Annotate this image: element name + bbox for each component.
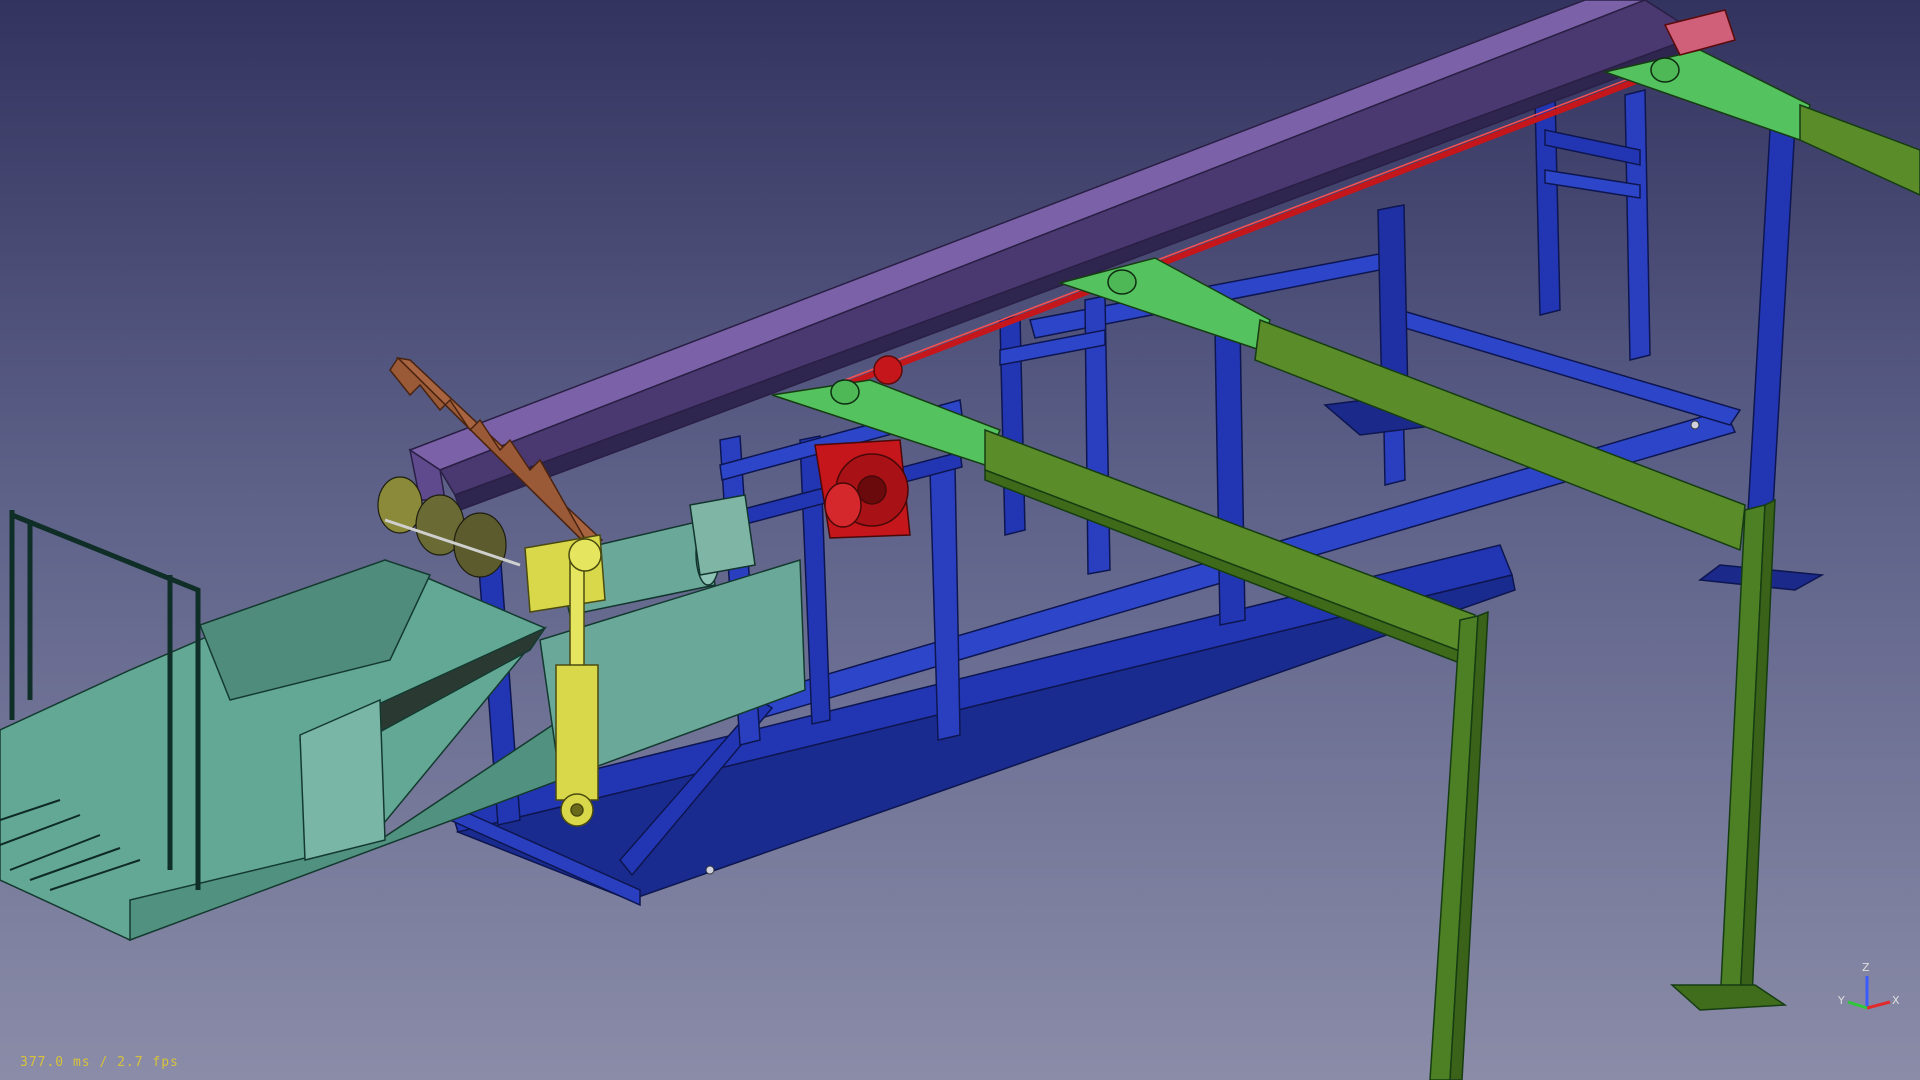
- fps-readout: 377.0 ms / 2.7 fps: [20, 1055, 179, 1070]
- cad-model-scene[interactable]: [0, 0, 1920, 1080]
- axis-label-x: X: [1892, 994, 1900, 1007]
- axis-triad: Z X Y: [1837, 961, 1900, 1010]
- x-axis-icon: [1866, 1000, 1891, 1010]
- red-gearbox[interactable]: [814, 439, 911, 539]
- axis-label-z: Z: [1862, 961, 1870, 974]
- 3d-viewport[interactable]: Z X Y 377.0 ms / 2.7 fps: [0, 0, 1920, 1080]
- y-axis-icon: [1847, 1000, 1868, 1010]
- axis-label-y: Y: [1837, 994, 1845, 1007]
